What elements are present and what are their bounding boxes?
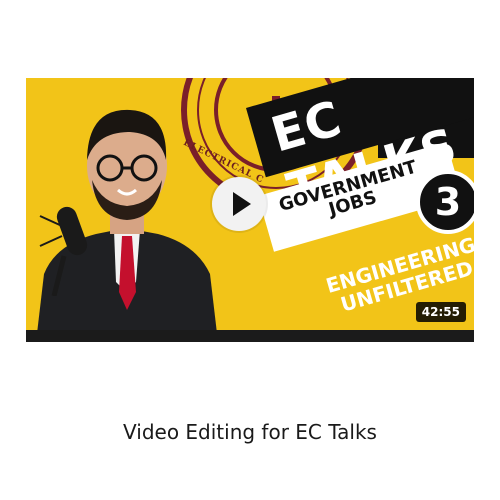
thumbnail-bottom-bar (26, 330, 474, 342)
microphone-icon (34, 196, 100, 296)
video-duration: 42:55 (415, 302, 466, 322)
play-icon[interactable] (212, 177, 266, 231)
video-caption: Video Editing for EC Talks (123, 420, 377, 444)
episode-number-badge: 3 (416, 170, 474, 234)
video-thumbnail[interactable]: ELECTRICAL C EC TALKS GOVERNMENT JOBS 3 … (26, 78, 474, 342)
